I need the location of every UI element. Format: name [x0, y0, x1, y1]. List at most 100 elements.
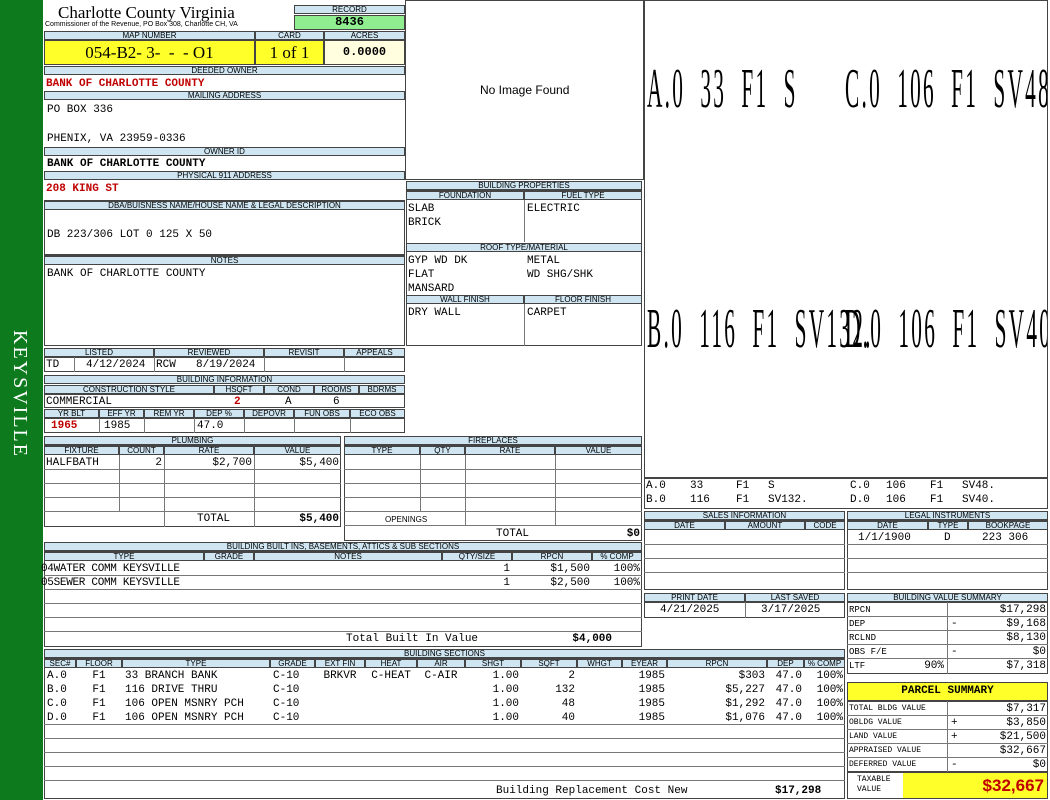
roof-1: GYP WD DK [408, 255, 468, 267]
legend-a-area: 33 [690, 480, 704, 492]
built-ins-col-rpcn: RPCN [512, 552, 592, 561]
floor-finish: CARPET [527, 307, 567, 319]
bvs-pct: 90% [924, 660, 944, 672]
legal-description: DB 223/306 LOT 0 125 X 50 [47, 229, 213, 241]
built-in-type-1: 04WATER COMM KEYSVILLE [41, 563, 180, 575]
eco-obs-header: ECO OBS [350, 409, 405, 418]
plumbing-fixture: HALFBATH [46, 457, 99, 469]
rooms: 6 [333, 396, 340, 408]
deeded-owner-header: DEEDED OWNER [44, 66, 405, 75]
fireplaces-header: FIREPLACES [344, 436, 642, 445]
parcel-label: APPRAISED VALUE [849, 746, 922, 755]
legal-table [847, 520, 1048, 590]
section-col-header: SHGT [465, 659, 521, 668]
section-cell-grade: C-10 [273, 698, 300, 710]
section-cell-floor: F1 [92, 712, 106, 724]
sales-col-date: DATE [644, 521, 725, 530]
legend-a-floor: F1 [736, 480, 750, 492]
owner-id: BANK OF CHARLOTTE COUNTY [47, 158, 206, 170]
built-ins-col-qty: QTY/SIZE [442, 552, 512, 561]
yr-built: 1965 [51, 420, 78, 432]
depovr-header: DEPOVR [244, 409, 294, 418]
print-date: 4/21/2025 [660, 604, 720, 616]
section-col-header: GRADE [270, 659, 315, 668]
sketch-label-b: B.0 116 F1 SV132. [647, 298, 873, 360]
roof-material-1: METAL [527, 255, 561, 267]
section-cell-type: 106 OPEN MSNRY PCH [125, 712, 244, 724]
section-cell-heat: C-HEAT [371, 670, 411, 682]
bvs-label: RPCN [849, 605, 871, 615]
plumbing-total: $5,400 [299, 513, 339, 525]
legal-type: D [944, 532, 951, 544]
section-cell-eyear: 1985 [638, 698, 665, 710]
bvs-label: RCLND [849, 633, 877, 643]
section-cell-dep: 47.0 [775, 712, 802, 724]
legend-d-code: D.0 [850, 494, 870, 506]
building-properties-header: BUILDING PROPERTIES [406, 181, 642, 190]
section-cell-grade: C-10 [273, 684, 300, 696]
acres-value: 0.0000 [324, 40, 405, 65]
section-cell-shgt: 1.00 [492, 684, 519, 696]
section-cell-dep: 47.0 [775, 698, 802, 710]
listed-header: LISTED [44, 348, 154, 357]
section-cell-type: 106 OPEN MSNRY PCH [125, 698, 244, 710]
section-cell-floor: F1 [92, 698, 106, 710]
section-cell-sqft: 48 [561, 698, 575, 710]
sidebar: KEYSVILLE [0, 0, 43, 800]
bvs-value: $7,318 [1006, 660, 1046, 672]
legend-b-floor: F1 [736, 494, 750, 506]
owner-id-header: OWNER ID [44, 147, 405, 156]
section-col-header: EXT FIN [315, 659, 365, 668]
section-cell-comp: 100% [816, 670, 843, 682]
cond-header: COND [264, 385, 314, 394]
section-cell-dep: 47.0 [775, 684, 802, 696]
fireplace-col-rate: RATE [465, 446, 555, 455]
parcel-summary-title: PARCEL SUMMARY [847, 682, 1048, 701]
section-cell-comp: 100% [816, 712, 843, 724]
built-in-comp-1: 100% [613, 563, 640, 575]
plumbing-col-rate: RATE [164, 446, 254, 455]
section-cell-shgt: 1.00 [492, 712, 519, 724]
section-cell-sec: C.0 [47, 698, 67, 710]
acres-header: ACRES [324, 31, 405, 40]
reviewed-header: REVIEWED [154, 348, 264, 357]
legend-a-sv: S [768, 480, 775, 492]
deeded-owner: BANK OF CHARLOTTE COUNTY [46, 78, 205, 90]
section-cell-eyear: 1985 [638, 670, 665, 682]
legend-d-area: 106 [886, 494, 906, 506]
built-in-rpcn-1: $1,500 [550, 563, 590, 575]
map-number-value: 054-B2- 3- - - O1 [44, 40, 255, 65]
district-label: KEYSVILLE [9, 330, 31, 458]
built-ins-col-comp: % COMP [592, 552, 642, 561]
building-sections-header: BUILDING SECTIONS [44, 649, 845, 658]
bvs-col-divider [947, 602, 948, 674]
replacement-cost-label: Building Replacement Cost New [496, 785, 688, 797]
section-cell-comp: 100% [816, 698, 843, 710]
foundation-header: FOUNDATION [406, 191, 524, 200]
sales-col-amount: AMOUNT [725, 521, 805, 530]
section-cell-type: 116 DRIVE THRU [125, 684, 218, 696]
built-ins-header: BUILDING BUILT INS, BASEMENTS, ATTICS & … [44, 542, 642, 551]
card-value: 1 of 1 [255, 40, 324, 65]
notes-text: BANK OF CHARLOTTE COUNTY [47, 268, 206, 280]
rem-yr-header: REM YR [144, 409, 194, 418]
legal-date: 1/1/1900 [858, 532, 911, 544]
section-cell-sec: D.0 [47, 712, 67, 724]
section-cell-air: C-AIR [424, 670, 458, 682]
section-cell-eyear: 1985 [638, 712, 665, 724]
sketch-area: A.0 33 F1 S C.0 106 F1 SV48. B.0 116 F1 … [644, 0, 1048, 478]
mailing-line-1: PO BOX 336 [47, 104, 114, 116]
bdrms-header: BDRMS [359, 385, 405, 394]
section-col-header: SEC# [44, 659, 76, 668]
floor-finish-header: FLOOR FINISH [524, 295, 642, 304]
bvs-label: OBS F/E [849, 647, 887, 657]
legend-c-floor: F1 [930, 480, 944, 492]
bvs-value: $17,298 [999, 604, 1046, 616]
built-in-rpcn-2: $2,500 [550, 577, 590, 589]
sketch-label-d: D.0 106 F1 SV40. [845, 298, 1048, 360]
building-value-summary-header: BUILDING VALUE SUMMARY [847, 593, 1048, 602]
sales-table [644, 520, 845, 590]
listed-by: TD [46, 359, 60, 371]
fuel-type: ELECTRIC [527, 203, 580, 215]
section-col-header: SQFT [521, 659, 577, 668]
